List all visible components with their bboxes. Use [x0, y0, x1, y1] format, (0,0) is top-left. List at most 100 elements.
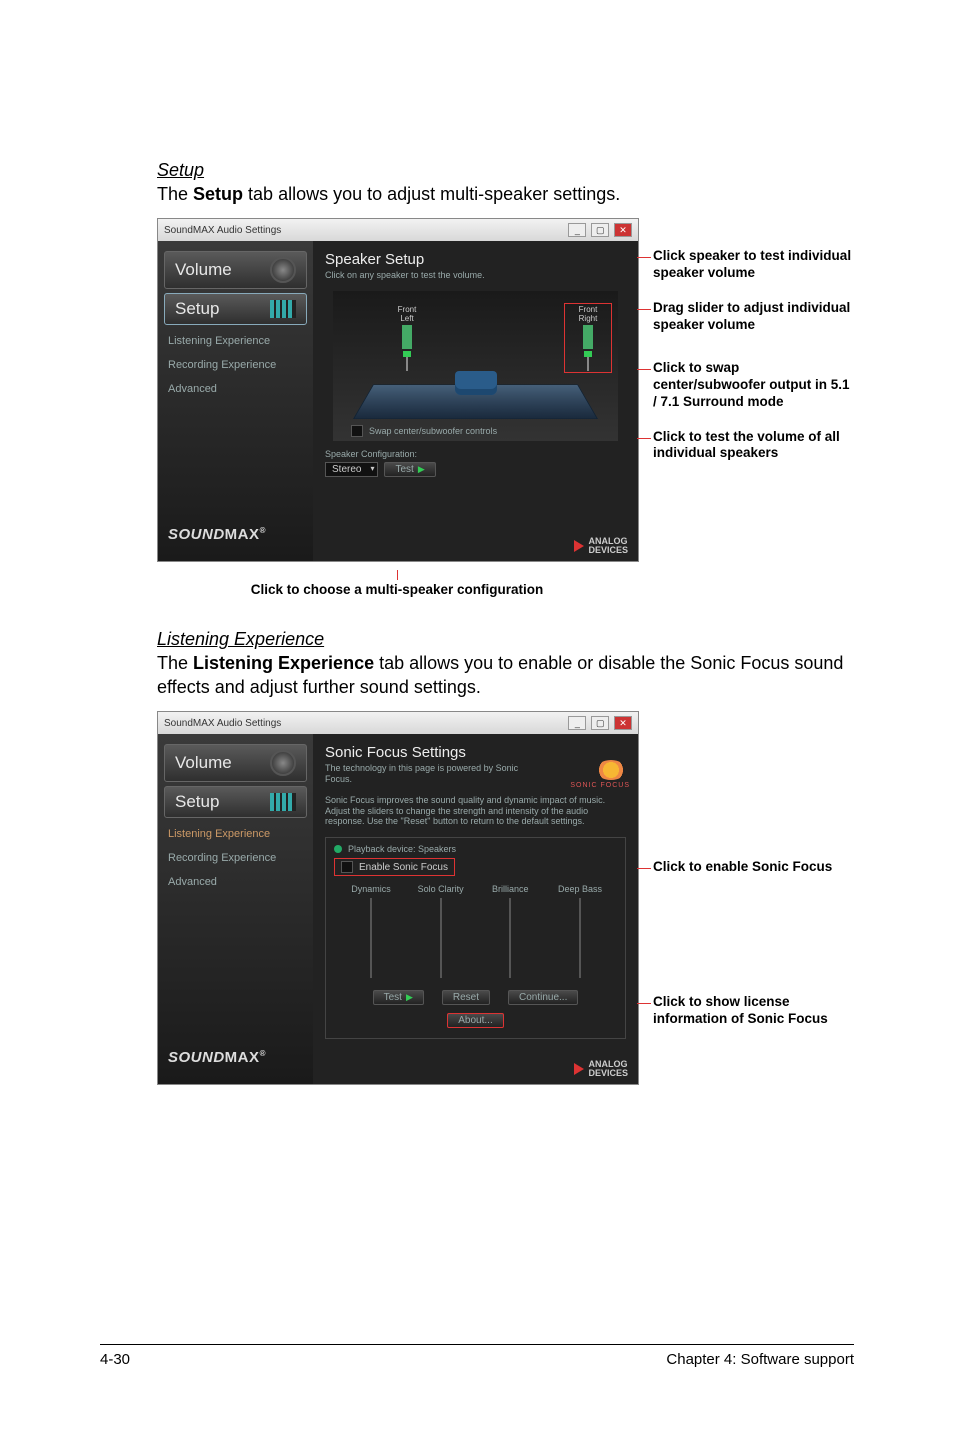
panel-description: Sonic Focus improves the sound quality a…: [325, 795, 626, 827]
speaker-volume-slider[interactable]: [406, 351, 408, 371]
sonic-focus-icon: [596, 760, 626, 780]
checkbox-icon[interactable]: [341, 861, 353, 873]
maximize-button[interactable]: ▢: [591, 716, 609, 730]
slider-track[interactable]: [440, 898, 442, 978]
sidebar-label: Volume: [175, 260, 232, 280]
status-dot-icon: [334, 845, 342, 853]
panel-subtitle: The technology in this page is powered b…: [325, 763, 525, 785]
close-button[interactable]: ✕: [614, 223, 632, 237]
soundmax-window-listen: SoundMAX Audio Settings _ ▢ ✕ Volume: [157, 711, 639, 1085]
close-button[interactable]: ✕: [614, 716, 632, 730]
sidebar-label: Setup: [175, 792, 219, 812]
slider-track[interactable]: [370, 898, 372, 978]
about-row: About...: [334, 1013, 617, 1028]
text-bold: Setup: [193, 184, 243, 204]
callout: Click to swap center/subwoofer output in…: [653, 360, 853, 411]
soundmax-logo: SOUNDMAX®: [158, 518, 313, 551]
triangle-icon: [574, 1063, 584, 1075]
brand-text: ANALOG DEVICES: [588, 537, 628, 555]
slider-dynamics[interactable]: Dynamics: [338, 884, 404, 978]
slider-solo-clarity[interactable]: Solo Clarity: [408, 884, 474, 978]
page-footer: 4-30 Chapter 4: Software support: [100, 1344, 854, 1368]
soundmax-window-setup: SoundMAX Audio Settings _ ▢ ✕ Volume: [157, 218, 639, 562]
sidebar-item-listening[interactable]: Listening Experience: [158, 822, 313, 846]
checkbox-icon[interactable]: [351, 425, 363, 437]
sidebar-label: Setup: [175, 299, 219, 319]
panel-title: Speaker Setup: [325, 251, 626, 268]
setup-heading: Setup: [157, 160, 854, 181]
text: tab allows you to adjust multi-speaker s…: [243, 184, 620, 204]
setup-content: Speaker Setup Click on any speaker to te…: [313, 241, 638, 561]
text: The: [157, 653, 193, 673]
minimize-button[interactable]: _: [568, 223, 586, 237]
text-bold: Listening Experience: [193, 653, 374, 673]
callout: Click speaker to test individual speaker…: [653, 248, 853, 282]
slider-label: Brilliance: [492, 884, 529, 894]
listen-heading: Listening Experience: [157, 629, 854, 650]
sonic-focus-brand: SONIC FOCUS: [570, 782, 630, 789]
sidebar-item-advanced[interactable]: Advanced: [158, 377, 313, 401]
speaker-front-right[interactable]: Front Right: [568, 305, 608, 371]
logo-text: MAX: [225, 526, 260, 543]
logo-text: MAX: [225, 1049, 260, 1066]
slider-deep-bass[interactable]: Deep Bass: [547, 884, 613, 978]
sidebar-item-advanced[interactable]: Advanced: [158, 870, 313, 894]
button-row: Test▶ Reset Continue...: [334, 990, 617, 1005]
speaker-front-left[interactable]: Front Left: [387, 305, 427, 371]
window-titlebar[interactable]: SoundMAX Audio Settings _ ▢ ✕: [158, 712, 638, 734]
sidebar: Volume Setup Listening Experience Record…: [158, 241, 313, 561]
play-icon: ▶: [418, 464, 425, 475]
enable-sonic-focus[interactable]: Enable Sonic Focus: [334, 858, 455, 876]
about-button[interactable]: About...: [447, 1013, 503, 1028]
minimize-button[interactable]: _: [568, 716, 586, 730]
callout: Click to show license information of Son…: [653, 994, 853, 1028]
sidebar-tab-volume[interactable]: Volume: [164, 251, 307, 289]
speaker-icon: [402, 325, 412, 349]
sidebar-label: Volume: [175, 753, 232, 773]
swap-label: Swap center/subwoofer controls: [369, 426, 497, 436]
volume-knob-icon: [270, 750, 296, 776]
window-title: SoundMAX Audio Settings: [164, 225, 281, 236]
speaker-stage: Front Left Front Right Swap c: [333, 291, 618, 441]
playback-device-row: Playback device: Speakers: [334, 844, 617, 854]
sidebar-item-listening[interactable]: Listening Experience: [158, 329, 313, 353]
test-button[interactable]: Test ▶: [384, 462, 435, 477]
logo-text: SOUND: [168, 526, 225, 543]
button-label: Test: [395, 464, 413, 475]
window-controls: _ ▢ ✕: [566, 223, 632, 237]
slider-track[interactable]: [579, 898, 581, 978]
listen-content: Sonic Focus Settings The technology in t…: [313, 734, 638, 1084]
analog-devices-logo: ANALOG DEVICES: [574, 1060, 628, 1078]
sidebar-tab-volume[interactable]: Volume: [164, 744, 307, 782]
playback-device-label: Playback device: Speakers: [348, 844, 456, 854]
couch-icon: [455, 371, 497, 395]
config-label: Speaker Configuration:: [325, 449, 626, 459]
slider-label: Dynamics: [351, 884, 391, 894]
swap-center-sub-row[interactable]: Swap center/subwoofer controls: [351, 425, 497, 437]
callout: Drag slider to adjust individual speaker…: [653, 300, 853, 334]
sidebar-item-recording[interactable]: Recording Experience: [158, 846, 313, 870]
sonic-focus-block: Playback device: Speakers Enable Sonic F…: [325, 837, 626, 1039]
maximize-button[interactable]: ▢: [591, 223, 609, 237]
test-button[interactable]: Test▶: [373, 990, 424, 1005]
slider-brilliance[interactable]: Brilliance: [477, 884, 543, 978]
slider-label: Solo Clarity: [418, 884, 464, 894]
sidebar-tab-setup[interactable]: Setup: [164, 293, 307, 325]
speaker-config-row: Speaker Configuration: Stereo Test ▶: [325, 449, 626, 477]
continue-button[interactable]: Continue...: [508, 990, 578, 1005]
text: The: [157, 184, 193, 204]
slider-track[interactable]: [509, 898, 511, 978]
soundmax-logo: SOUNDMAX®: [158, 1041, 313, 1074]
window-titlebar[interactable]: SoundMAX Audio Settings _ ▢ ✕: [158, 219, 638, 241]
play-icon: ▶: [406, 992, 413, 1003]
equalizer-icon: [270, 300, 296, 318]
setup-caption: Click to choose a multi-speaker configur…: [157, 570, 637, 597]
sidebar-item-recording[interactable]: Recording Experience: [158, 353, 313, 377]
volume-knob-icon: [270, 257, 296, 283]
sidebar-tab-setup[interactable]: Setup: [164, 786, 307, 818]
speaker-config-dropdown[interactable]: Stereo: [325, 462, 378, 477]
speaker-volume-slider[interactable]: [587, 351, 589, 371]
page-number: 4-30: [100, 1351, 130, 1368]
equalizer-icon: [270, 793, 296, 811]
reset-button[interactable]: Reset: [442, 990, 490, 1005]
